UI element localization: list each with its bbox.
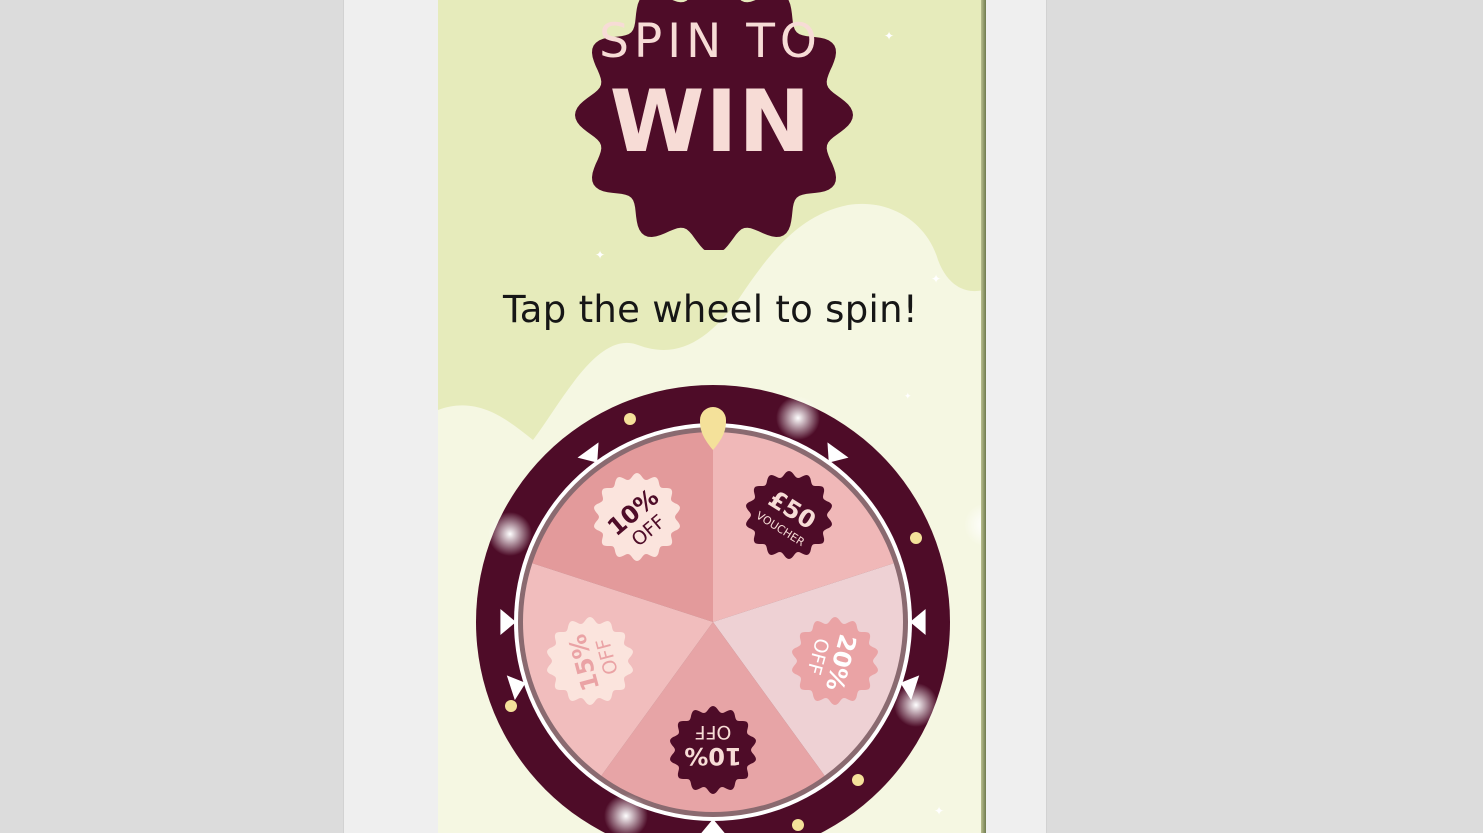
rim-bulb bbox=[910, 532, 922, 544]
rim-bulb bbox=[792, 819, 804, 831]
rim-glow bbox=[776, 396, 820, 440]
rim-bulb bbox=[505, 700, 517, 712]
rim-glow bbox=[488, 512, 532, 556]
phone-screen: ✦ ✦ ✦ ✦ ✦ SPIN TO WIN Tap the wheel to s… bbox=[438, 0, 983, 833]
rim-bulb bbox=[852, 774, 864, 786]
prize-value: 10% bbox=[684, 742, 741, 770]
rim-bulb bbox=[624, 413, 636, 425]
phone-edge bbox=[981, 0, 986, 833]
prize-wheel[interactable]: 10%OFF £50VOUCHER20%OFF10%OFF15%OFF bbox=[438, 0, 983, 833]
prize-label: OFF bbox=[695, 721, 732, 743]
rim-glow bbox=[894, 683, 938, 727]
